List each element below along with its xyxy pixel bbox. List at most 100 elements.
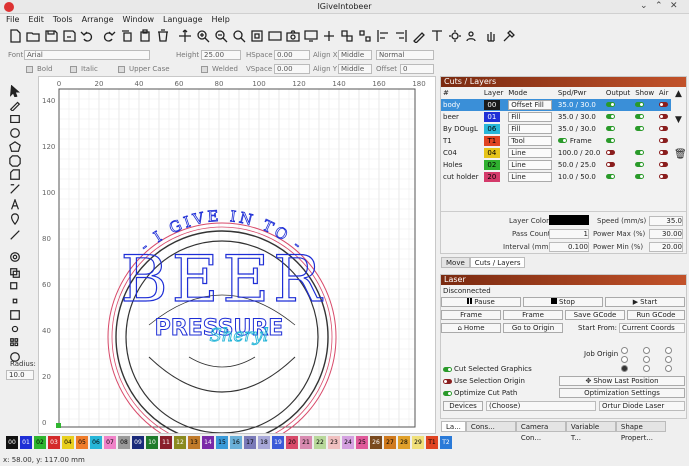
mode-select[interactable]: Fill [508,112,553,122]
show-toggle[interactable] [635,126,645,131]
devices-select[interactable]: (Choose) [486,401,596,411]
layer-row[interactable]: T1 T1 Tool Frame [441,135,671,147]
tab-shape-icon[interactable] [8,168,22,182]
job-origin-radio[interactable] [665,347,672,354]
frame-toggle[interactable] [557,138,567,143]
welded-checkbox[interactable] [201,66,208,73]
palette-swatch[interactable]: 19 [272,436,284,449]
layer-chip[interactable]: T1 [483,136,500,146]
move-up-icon[interactable]: ▲ [675,89,682,99]
machine-select[interactable]: Ortur Diode Laser [599,401,685,411]
grid-array-icon[interactable] [8,336,22,350]
save-as-icon[interactable] [60,28,77,45]
boolean-intersect-icon[interactable] [8,294,22,308]
text-tool-icon[interactable] [8,198,22,212]
power-max-input[interactable]: 30.00 [649,229,683,239]
canvas-svg[interactable]: 0 20 40 60 80 100 120 140 160 1801401201008060402… [39,77,435,452]
cut-selected-toggle[interactable] [443,367,452,372]
air-toggle[interactable] [658,174,668,179]
speed-input[interactable]: 35.0 [649,216,683,226]
palette-swatch[interactable]: 14 [202,436,214,449]
palette-swatch[interactable]: 02 [34,436,46,449]
design-canvas[interactable]: 0 20 40 60 80 100 120 140 160 180 140 120 100 80 60 40 2… [38,76,436,452]
output-toggle[interactable] [605,102,615,107]
palette-swatch[interactable]: 09 [132,436,144,449]
output-toggle[interactable] [605,150,615,155]
layer-color-swatch[interactable] [549,215,589,225]
show-last-position-button[interactable]: ✥ Show Last Position [559,376,685,386]
palette-swatch[interactable]: 05 [76,436,88,449]
palette-swatch[interactable]: 25 [356,436,368,449]
menu-file[interactable]: File [6,14,19,26]
delete-icon[interactable] [154,28,171,45]
measure-icon[interactable] [8,228,22,242]
palette-swatch[interactable]: 26 [370,436,382,449]
layer-row[interactable]: C04 04 Line 100.0 / 20.0 [441,147,671,159]
palette-swatch[interactable]: T1 [426,436,438,449]
bold-checkbox[interactable] [26,66,33,73]
height-input[interactable]: 25.00 [201,50,241,60]
radius-input[interactable]: 10.0 [6,370,34,380]
output-toggle[interactable] [605,162,615,167]
save-file-icon[interactable] [42,28,59,45]
save-gcode-button[interactable]: Save GCode [565,310,625,320]
palette-swatch[interactable]: 24 [342,436,354,449]
show-toggle[interactable] [635,174,645,179]
mode-select[interactable]: Line [508,172,553,182]
show-toggle[interactable] [635,150,645,155]
pause-button[interactable]: Pause [441,297,521,307]
job-origin-radio[interactable] [643,365,650,372]
bottom-tab[interactable]: Variable T... [565,421,616,442]
air-toggle[interactable] [658,114,668,119]
weld-icon[interactable] [320,28,337,45]
redo-icon[interactable] [100,28,117,45]
mode-select[interactable]: Line [508,160,553,170]
uppercase-checkbox[interactable] [118,66,125,73]
show-toggle[interactable] [635,114,645,119]
align-left-icon[interactable] [374,28,391,45]
octagon-icon[interactable] [8,154,22,168]
layer-chip[interactable]: 01 [483,112,500,122]
show-toggle[interactable] [635,162,645,167]
tool-icon[interactable] [500,28,517,45]
users-icon[interactable] [464,28,481,45]
trash-icon[interactable]: 🗑 [674,149,687,160]
palette-swatch[interactable]: 13 [188,436,200,449]
font-select[interactable]: Arial [24,50,150,60]
palette-swatch[interactable]: 04 [62,436,74,449]
boolean-diff-icon[interactable] [8,280,22,294]
bottom-tab[interactable]: Camera Con... [515,421,566,442]
output-toggle[interactable] [605,138,615,143]
pass-count-input[interactable]: 1 [549,229,589,239]
palette-swatch[interactable]: 10 [146,436,158,449]
job-origin-radio[interactable] [643,347,650,354]
job-origin-radio[interactable] [643,356,650,363]
palette-swatch[interactable]: 18 [258,436,270,449]
optimization-settings-button[interactable]: Optimization Settings [559,388,685,398]
bottom-tab[interactable]: Cons... [465,421,516,432]
mode-select[interactable]: Line [508,148,553,158]
go-to-origin-button[interactable]: Go to Origin [503,323,563,333]
palette-swatch[interactable]: 21 [300,436,312,449]
layer-row[interactable]: By DOugL 06 Fill 35.0 / 30.0 [441,123,671,135]
job-origin-radio[interactable] [665,356,672,363]
devices-button[interactable]: Devices [443,401,483,411]
group-icon[interactable] [338,28,355,45]
frame-button[interactable]: Frame [441,310,501,320]
layer-chip[interactable]: 20 [483,172,500,182]
zoom-out-icon[interactable] [212,28,229,45]
align-right-icon[interactable] [392,28,409,45]
run-gcode-button[interactable]: Run GCode [627,310,685,320]
job-origin-radio[interactable] [665,365,672,372]
monitor-icon[interactable] [302,28,319,45]
menu-help[interactable]: Help [212,14,230,26]
palette-swatch[interactable]: 28 [398,436,410,449]
palette-swatch[interactable]: 08 [118,436,130,449]
layer-row[interactable]: body 00 Offset Fill 35.0 / 30.0 [441,99,671,111]
rectangle-icon[interactable] [8,112,22,126]
frame-view-icon[interactable] [266,28,283,45]
minimize-icon[interactable]: ⌄ [640,1,648,11]
layer-row[interactable]: Holes 02 Line 50.0 / 25.0 [441,159,671,171]
home-button[interactable]: ⌂ Home [441,323,501,333]
bottom-tab[interactable]: La... [441,421,466,432]
